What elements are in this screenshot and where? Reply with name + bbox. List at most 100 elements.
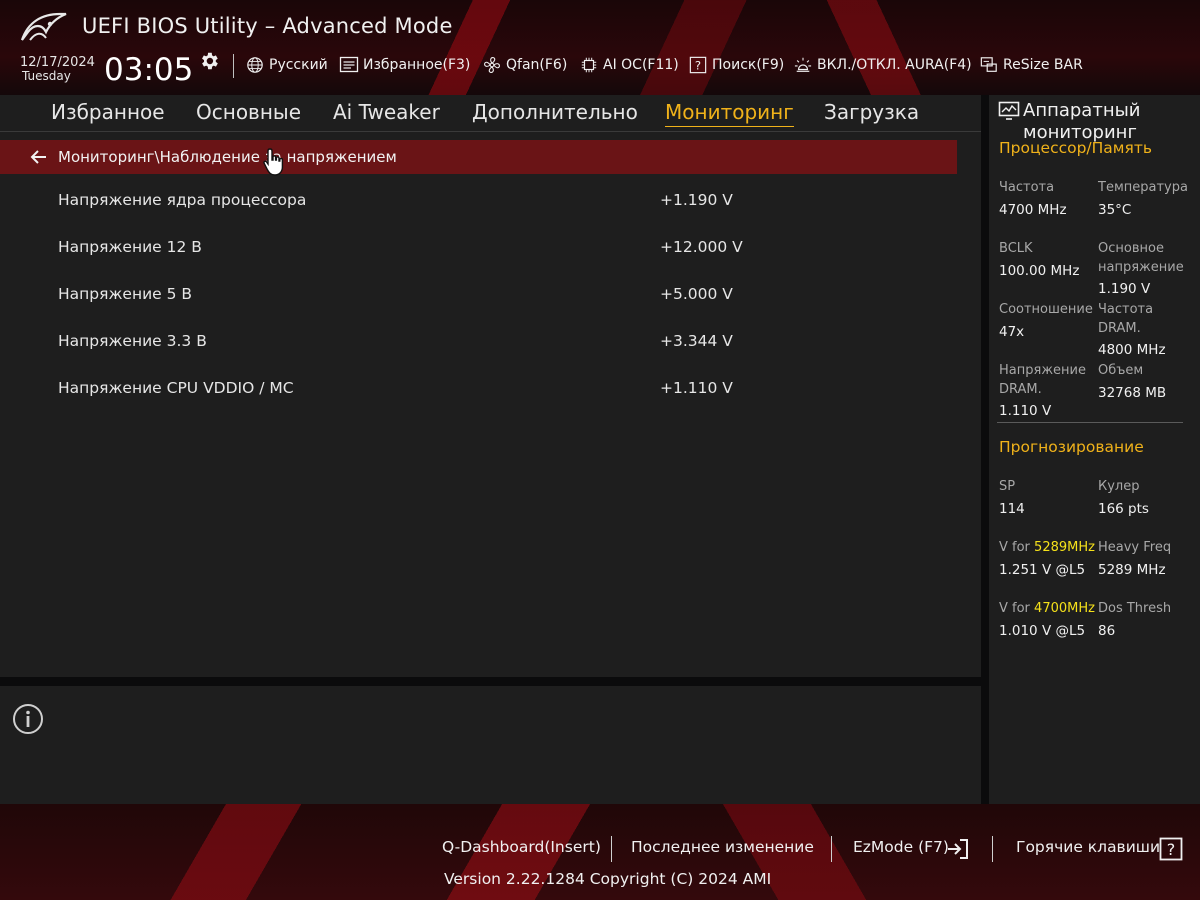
voltage-label: Напряжение 12 В (58, 238, 202, 256)
hw-monitor-title: Аппаратный мониторинг (1023, 100, 1141, 143)
resize-bar-label: ReSize BAR (1003, 57, 1083, 73)
qfan-label: Qfan(F6) (506, 57, 568, 73)
rog-logo-icon (20, 12, 67, 41)
favorites-label: Избранное(F3) (363, 57, 471, 73)
voltage-row-cpu-core[interactable]: Напряжение ядра процессора +1.190 V (58, 191, 938, 215)
prediction-heading: Прогнозирование (999, 438, 1144, 456)
voltage-label: Напряжение 3.3 В (58, 332, 207, 350)
gear-icon[interactable] (198, 50, 220, 72)
aura-label: ВКЛ./ОТКЛ. AURA(F4) (817, 57, 972, 73)
voltage-label: Напряжение 5 В (58, 285, 193, 303)
bclk-value: 100.00 MHz (999, 263, 1080, 279)
v-for-freq-1-label: V for 5289MHz (999, 538, 1095, 557)
v-for-label: V for (999, 540, 1030, 555)
fan-icon (484, 57, 500, 73)
footer-divider (992, 836, 993, 862)
aura-toggle-button[interactable]: ВКЛ./ОТКЛ. AURA(F4) (793, 56, 972, 74)
search-label: Поиск(F9) (712, 57, 785, 73)
question-icon[interactable]: ? (1159, 837, 1183, 861)
heavy-freq-value: 5289 MHz (1098, 562, 1166, 578)
bclk-label: BCLK (999, 241, 1033, 256)
footer-divider (831, 836, 832, 862)
cooler-label: Кулер (1098, 479, 1140, 494)
tab-monitor[interactable]: Мониторинг (665, 100, 794, 127)
svg-text:?: ? (695, 59, 701, 73)
voltage-label: Напряжение CPU VDDIO / MC (58, 379, 294, 397)
header-divider (233, 54, 234, 78)
tab-advanced[interactable]: Дополнительно (472, 100, 638, 124)
cpu-temperature-label: Температура (1098, 180, 1188, 195)
heavy-freq-label: Heavy Freq (1098, 540, 1172, 555)
help-search-icon: ? (689, 56, 707, 74)
voltage-row-vddio[interactable]: Напряжение CPU VDDIO / MC +1.110 V (58, 379, 938, 403)
favorites-list-icon (339, 56, 359, 73)
hand-pointer-icon (263, 148, 284, 176)
breadcrumb-path: Мониторинг\Наблюдение за напряжением (58, 148, 397, 166)
hotkeys-link[interactable]: Горячие клавиши (1016, 838, 1160, 856)
search-button[interactable]: ? Поиск(F9) (688, 56, 784, 74)
voltage-value: +12.000 V (660, 238, 743, 256)
voltage-value: +1.190 V (660, 191, 733, 209)
cpu-temperature-value: 35°C (1098, 202, 1132, 218)
resize-bar-icon (980, 57, 997, 72)
cooler-value: 166 pts (1098, 501, 1149, 517)
sp-label: SP (999, 479, 1016, 494)
main-panel: Избранное Основные Ai Tweaker Дополнител… (0, 95, 981, 677)
language-button[interactable]: Русский (245, 56, 328, 74)
dos-thresh-value: 86 (1098, 623, 1116, 639)
exit-to-ezmode-icon[interactable] (946, 837, 970, 861)
time-display[interactable]: 03:05 (104, 52, 193, 88)
memory-capacity-value: 32768 MB (1098, 385, 1167, 401)
ezmode-link[interactable]: EzMode (F7) (853, 838, 949, 856)
voltage-row-3v3[interactable]: Напряжение 3.3 В +3.344 V (58, 332, 938, 356)
core-voltage-value: 1.190 V (1098, 281, 1151, 297)
top-header: UEFI BIOS Utility – Advanced Mode 12/17/… (0, 0, 1200, 95)
core-voltage-label: Основное напряжение (1098, 241, 1184, 275)
q-dashboard-link[interactable]: Q-Dashboard(Insert) (442, 838, 601, 856)
back-arrow-icon[interactable] (30, 149, 48, 165)
footer-bar: Q-Dashboard(Insert) Последнее изменение … (0, 804, 1200, 900)
ratio-label: Соотношение (999, 302, 1093, 317)
tab-main[interactable]: Основные (196, 100, 301, 124)
v-for-freq-2-label: V for 4700MHz (999, 599, 1095, 618)
dos-thresh-label: Dos Thresh (1098, 601, 1172, 616)
dram-voltage-label: Напряжение DRAM. (999, 363, 1086, 397)
tab-favorites[interactable]: Избранное (51, 100, 165, 124)
dram-frequency-value: 4800 MHz (1098, 342, 1166, 358)
cpu-frequency-value: 4700 MHz (999, 202, 1067, 218)
cpu-frequency-label: Частота (999, 180, 1055, 195)
voltage-value: +3.344 V (660, 332, 733, 350)
svg-text:?: ? (1167, 840, 1176, 859)
qfan-button[interactable]: Qfan(F6) (482, 56, 567, 74)
hardware-monitor-panel: Аппаратный мониторинг Процессор/Память Ч… (989, 95, 1200, 804)
voltage-value: +5.000 V (660, 285, 733, 303)
ratio-value: 47x (999, 324, 1025, 340)
ai-oc-label: AI OC(F11) (603, 57, 679, 73)
language-label: Русский (269, 57, 328, 73)
last-modified-link[interactable]: Последнее изменение (631, 838, 814, 856)
v-for-frequency: 4700MHz (1034, 601, 1095, 616)
voltage-row-5v[interactable]: Напряжение 5 В +5.000 V (58, 285, 938, 309)
chip-icon (581, 57, 597, 73)
tab-boot[interactable]: Загрузка (824, 100, 919, 124)
app-title: UEFI BIOS Utility – Advanced Mode (82, 14, 453, 38)
section-divider (997, 422, 1183, 423)
dram-voltage-value: 1.110 V (999, 403, 1052, 419)
resize-bar-button[interactable]: ReSize BAR (979, 56, 1083, 74)
tab-ai-tweaker[interactable]: Ai Tweaker (333, 100, 440, 124)
ai-oc-button[interactable]: AI OC(F11) (579, 56, 679, 74)
breadcrumb[interactable]: Мониторинг\Наблюдение за напряжением (0, 140, 957, 174)
help-panel (0, 686, 981, 804)
info-icon (13, 704, 43, 734)
footer-divider (611, 836, 612, 862)
voltage-row-12v[interactable]: Напряжение 12 В +12.000 V (58, 238, 938, 262)
v-for-freq-2-value: 1.010 V @L5 (999, 623, 1086, 639)
favorites-button[interactable]: Избранное(F3) (339, 56, 470, 74)
date-display: 12/17/2024 (20, 55, 95, 70)
tab-bar: Избранное Основные Ai Tweaker Дополнител… (0, 95, 981, 132)
weekday-display: Tuesday (22, 69, 71, 83)
voltage-label: Напряжение ядра процессора (58, 191, 307, 209)
monitor-icon (998, 101, 1020, 120)
v-for-freq-1-value: 1.251 V @L5 (999, 562, 1086, 578)
globe-icon (247, 57, 263, 73)
